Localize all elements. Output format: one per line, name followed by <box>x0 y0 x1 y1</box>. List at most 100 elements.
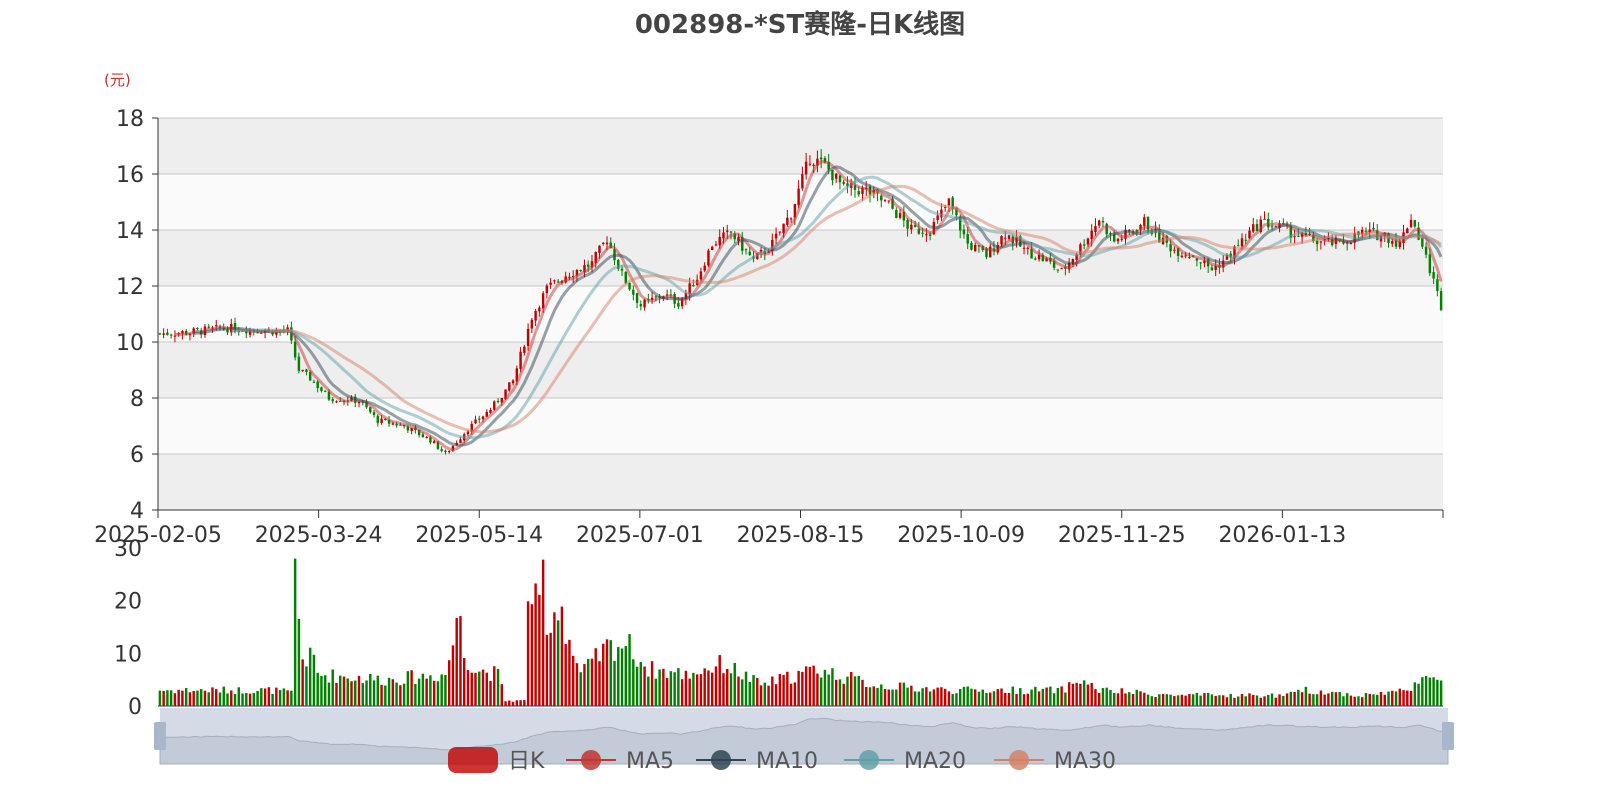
volume-bar <box>707 670 710 706</box>
candle-body <box>1439 291 1443 311</box>
candle-body <box>1188 257 1191 259</box>
volume-bar <box>357 675 361 706</box>
candle-body <box>162 333 165 335</box>
volume-bar <box>1113 692 1116 706</box>
volume-bar <box>1394 691 1398 706</box>
price-tick-label: 8 <box>130 387 144 412</box>
volume-bar <box>278 690 282 706</box>
volume-bar <box>1097 692 1101 706</box>
volume-bar <box>1312 694 1315 706</box>
volume-bar <box>1376 694 1379 706</box>
volume-bar <box>816 673 819 706</box>
legend-item-ma10[interactable]: MA10 <box>696 749 818 774</box>
volume-bar <box>387 677 391 706</box>
volume-bar <box>801 671 804 706</box>
volume-bar <box>737 676 740 706</box>
candle-body <box>556 281 560 283</box>
volume-bar <box>181 690 184 706</box>
candle-body <box>1056 269 1060 271</box>
legend-item-日k[interactable]: 日K <box>448 747 545 774</box>
legend-label: MA20 <box>904 749 966 774</box>
candle-body <box>624 271 628 284</box>
candle-body <box>1090 230 1093 239</box>
volume-bar <box>1285 693 1289 706</box>
volume-bar <box>992 691 996 706</box>
candle-body <box>1252 224 1255 232</box>
candle-body <box>970 242 973 250</box>
candle-body <box>703 265 706 271</box>
candle-body <box>962 229 966 235</box>
legend-item-ma30[interactable]: MA30 <box>994 749 1116 774</box>
candle-body <box>910 224 913 230</box>
volume-bar <box>466 670 470 706</box>
candle-body <box>812 164 815 166</box>
volume-bar <box>887 689 891 706</box>
volume-bar <box>207 692 210 706</box>
candle-body <box>331 399 334 402</box>
volume-bar <box>602 643 605 706</box>
candle-body <box>1428 254 1432 274</box>
legend-dot-symbol <box>711 750 731 770</box>
volume-bar <box>1417 683 1420 706</box>
volume-bar <box>1342 696 1345 706</box>
volume-bar <box>1252 694 1255 706</box>
volume-bar <box>1019 688 1022 706</box>
volume-bar <box>763 682 767 706</box>
volume-bar <box>1041 688 1045 706</box>
volume-bar <box>1293 691 1296 706</box>
volume-bar <box>865 687 868 706</box>
volume-bar <box>1195 692 1199 706</box>
volume-bar <box>958 689 962 706</box>
slider-handle-right[interactable] <box>1442 722 1454 750</box>
candle-body <box>166 332 169 336</box>
candle-body <box>786 217 789 225</box>
volume-bar <box>710 672 714 706</box>
candle-body <box>579 270 582 272</box>
volume-bar <box>320 675 323 706</box>
volume-bar <box>1079 683 1082 706</box>
candle-body <box>1319 241 1323 243</box>
candle-body <box>215 325 218 327</box>
volume-bar <box>617 647 620 706</box>
volume-bar <box>1297 689 1300 706</box>
volume-bar <box>1364 693 1368 706</box>
volume-bar <box>339 675 342 706</box>
volume-bar <box>188 692 192 706</box>
legend-item-ma20[interactable]: MA20 <box>844 749 966 774</box>
candle-body <box>1364 230 1368 232</box>
candle-body <box>1034 258 1037 260</box>
date-tick-label: 2025-08-15 <box>737 523 865 548</box>
volume-bar <box>560 606 564 706</box>
volume-bar <box>1240 693 1244 706</box>
volume-bar <box>910 685 913 706</box>
volume-bar <box>203 690 207 706</box>
volume-bar <box>955 693 958 706</box>
volume-bar <box>895 689 898 706</box>
volume-bar <box>564 643 567 706</box>
volume-bar <box>1139 691 1142 706</box>
volume-bar <box>372 680 376 706</box>
price-tick-label: 16 <box>116 163 144 188</box>
grid-band <box>158 118 1443 174</box>
volume-bar <box>1383 694 1386 706</box>
volume-bar <box>850 672 853 706</box>
volume-bar <box>169 690 173 706</box>
volume-tick-label: 0 <box>128 695 142 720</box>
volume-bar <box>1071 683 1075 706</box>
volume-bar <box>218 692 222 706</box>
candle-body <box>508 382 511 391</box>
volume-bar <box>744 671 748 706</box>
candle-body <box>320 387 323 391</box>
volume-bar <box>1165 694 1169 706</box>
volume-bar <box>981 689 984 706</box>
slider-handle-left[interactable] <box>154 722 166 750</box>
candle-body <box>545 285 549 294</box>
volume-bar <box>1274 697 1278 706</box>
volume-bar <box>402 683 406 706</box>
volume-bar <box>635 666 639 706</box>
volume-bar <box>940 687 943 706</box>
volume-bar <box>553 612 556 706</box>
volume-bar <box>556 620 560 706</box>
volume-bar <box>177 689 180 706</box>
candle-body <box>478 418 481 420</box>
